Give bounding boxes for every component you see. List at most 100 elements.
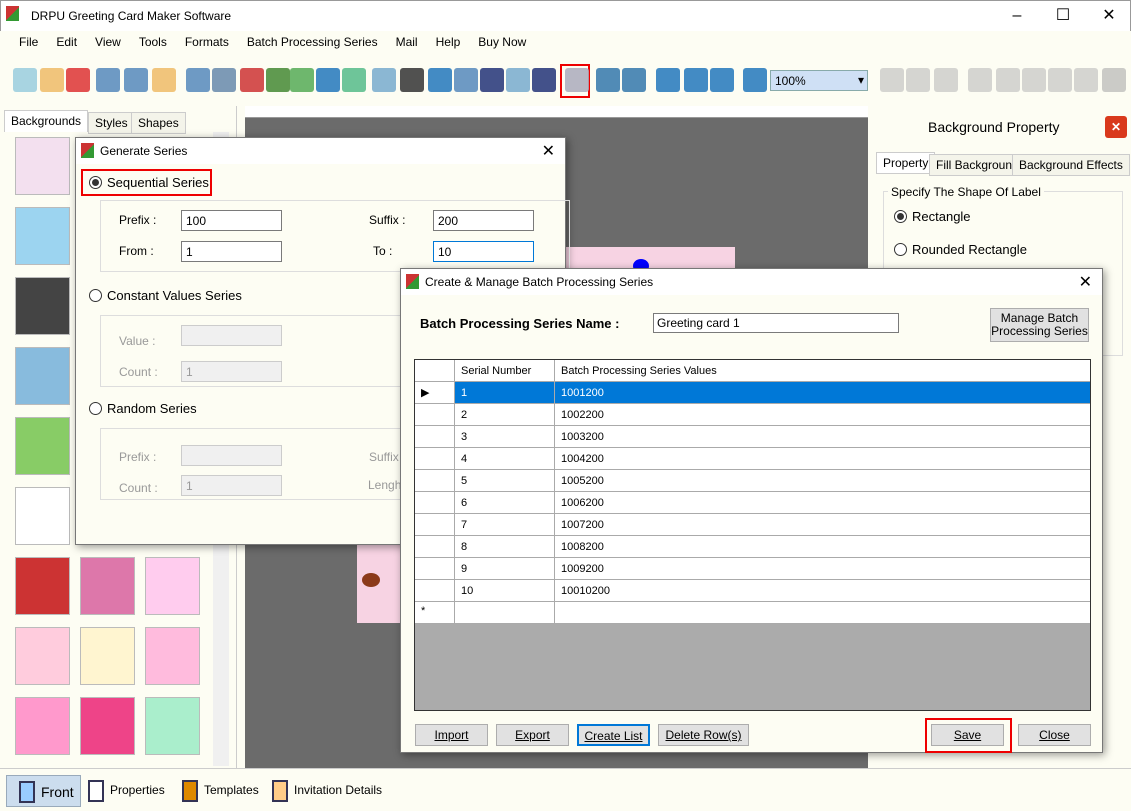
create-list-button[interactable]: Create List bbox=[577, 724, 650, 746]
sequential-series-radio[interactable]: Sequential Series bbox=[89, 175, 209, 190]
tab-backgrounds[interactable]: Backgrounds bbox=[4, 110, 89, 132]
close-icon[interactable]: ✕ bbox=[1079, 272, 1092, 292]
row-header[interactable] bbox=[415, 492, 455, 513]
row-header[interactable]: ▶ bbox=[415, 382, 455, 403]
save-icon[interactable] bbox=[96, 68, 120, 92]
menu-mail[interactable]: Mail bbox=[387, 31, 427, 53]
to-input[interactable]: 10 bbox=[433, 241, 534, 262]
table-row[interactable]: 4 1004200 bbox=[415, 448, 1090, 470]
close-panel-button[interactable]: ✕ bbox=[1105, 116, 1127, 138]
tab-background-effects[interactable]: Background Effects bbox=[1012, 154, 1130, 176]
background-thumbnail[interactable] bbox=[80, 627, 135, 685]
prefix-input[interactable]: 100 bbox=[181, 210, 282, 231]
tab-styles[interactable]: Styles bbox=[88, 112, 135, 134]
page-icon[interactable] bbox=[186, 68, 210, 92]
background-icon[interactable] bbox=[266, 68, 290, 92]
background-thumbnail[interactable] bbox=[15, 347, 70, 405]
copy-icon[interactable] bbox=[240, 68, 264, 92]
print-icon[interactable] bbox=[212, 68, 236, 92]
grid-icon[interactable] bbox=[656, 68, 680, 92]
background-thumbnail[interactable] bbox=[15, 137, 70, 195]
tab-property[interactable]: Property bbox=[876, 152, 936, 174]
random-count-stepper[interactable]: 1 bbox=[181, 475, 282, 496]
new-row[interactable]: * bbox=[415, 602, 1090, 624]
background-thumbnail[interactable] bbox=[80, 557, 135, 615]
arrow-left-icon[interactable] bbox=[968, 68, 992, 92]
rectangle-radio[interactable]: Rectangle bbox=[894, 209, 971, 224]
arrow-up-icon[interactable] bbox=[1048, 68, 1072, 92]
import-button[interactable]: Import bbox=[415, 724, 488, 746]
rounded-rectangle-radio[interactable]: Rounded Rectangle bbox=[894, 242, 1027, 257]
menu-view[interactable]: View bbox=[86, 31, 130, 53]
arrow-right-icon[interactable] bbox=[1022, 68, 1046, 92]
arrow-down-icon[interactable] bbox=[1102, 68, 1126, 92]
background-thumbnail[interactable] bbox=[15, 277, 70, 335]
row-header[interactable] bbox=[415, 404, 455, 425]
maximize-button[interactable]: ☐ bbox=[1040, 1, 1086, 31]
properties-button[interactable]: Properties bbox=[76, 775, 171, 807]
table-row[interactable]: 2 1002200 bbox=[415, 404, 1090, 426]
zoom-select[interactable]: 100% ▾ bbox=[770, 70, 868, 91]
background-thumbnail[interactable] bbox=[15, 487, 70, 545]
barcode-icon[interactable] bbox=[400, 68, 424, 92]
rotate-left-icon[interactable] bbox=[596, 68, 620, 92]
tab-shapes[interactable]: Shapes bbox=[131, 112, 186, 134]
unlock-icon[interactable] bbox=[934, 68, 958, 92]
series-name-input[interactable]: Greeting card 1 bbox=[653, 313, 899, 333]
align-icon[interactable] bbox=[1074, 68, 1098, 92]
menu-formats[interactable]: Formats bbox=[176, 31, 238, 53]
random-series-radio[interactable]: Random Series bbox=[89, 401, 197, 416]
value-input[interactable] bbox=[181, 325, 282, 346]
row-header[interactable] bbox=[415, 558, 455, 579]
background-thumbnail[interactable] bbox=[15, 417, 70, 475]
background-thumbnail[interactable] bbox=[15, 697, 70, 755]
signature-icon[interactable] bbox=[480, 68, 504, 92]
text-page-icon[interactable] bbox=[454, 68, 478, 92]
new-icon[interactable] bbox=[13, 68, 37, 92]
row-header[interactable] bbox=[415, 536, 455, 557]
background-thumbnail[interactable] bbox=[15, 627, 70, 685]
mail-icon[interactable] bbox=[506, 68, 530, 92]
background-thumbnail[interactable] bbox=[145, 557, 200, 615]
background-thumbnail[interactable] bbox=[15, 207, 70, 265]
line-icon[interactable] bbox=[532, 68, 556, 92]
row-header[interactable] bbox=[415, 470, 455, 491]
templates-button[interactable]: Templates bbox=[170, 775, 265, 807]
background-thumbnail[interactable] bbox=[80, 697, 135, 755]
watermark-icon[interactable] bbox=[372, 68, 396, 92]
table-row[interactable]: 8 1008200 bbox=[415, 536, 1090, 558]
table-row[interactable]: 5 1005200 bbox=[415, 470, 1090, 492]
menu-file[interactable]: File bbox=[10, 31, 47, 53]
flip-icon[interactable] bbox=[996, 68, 1020, 92]
table-row[interactable]: 6 1006200 bbox=[415, 492, 1090, 514]
menu-buy-now[interactable]: Buy Now bbox=[469, 31, 535, 53]
export-button[interactable]: Export bbox=[496, 724, 569, 746]
image-icon[interactable] bbox=[290, 68, 314, 92]
background-thumbnail[interactable] bbox=[145, 697, 200, 755]
export-icon[interactable] bbox=[152, 68, 176, 92]
table-row[interactable]: 7 1007200 bbox=[415, 514, 1090, 536]
lock-icon[interactable] bbox=[906, 68, 930, 92]
save-as-icon[interactable] bbox=[124, 68, 148, 92]
front-button[interactable]: Front bbox=[6, 775, 81, 807]
actual-size-icon[interactable] bbox=[684, 68, 708, 92]
save-button[interactable]: Save bbox=[931, 724, 1004, 746]
menu-help[interactable]: Help bbox=[427, 31, 470, 53]
table-row[interactable]: 9 1009200 bbox=[415, 558, 1090, 580]
batch-series-icon[interactable] bbox=[565, 68, 589, 92]
pen-icon[interactable] bbox=[316, 68, 340, 92]
row-header[interactable] bbox=[415, 580, 455, 601]
row-header[interactable] bbox=[415, 426, 455, 447]
manage-batch-button[interactable]: Manage Batch Processing Series bbox=[990, 308, 1089, 342]
close-window-button[interactable]: ✕ bbox=[1086, 1, 1131, 31]
random-prefix-input[interactable] bbox=[181, 445, 282, 466]
from-input[interactable]: 1 bbox=[181, 241, 282, 262]
close-button[interactable]: Close bbox=[1018, 724, 1091, 746]
menu-edit[interactable]: Edit bbox=[47, 31, 86, 53]
rotate-right-icon[interactable] bbox=[622, 68, 646, 92]
zoom-out-icon[interactable] bbox=[880, 68, 904, 92]
zoom-in-icon[interactable] bbox=[743, 68, 767, 92]
close-icon[interactable]: ✕ bbox=[542, 141, 555, 161]
count-stepper[interactable]: 1 bbox=[181, 361, 282, 382]
open-icon[interactable] bbox=[40, 68, 64, 92]
